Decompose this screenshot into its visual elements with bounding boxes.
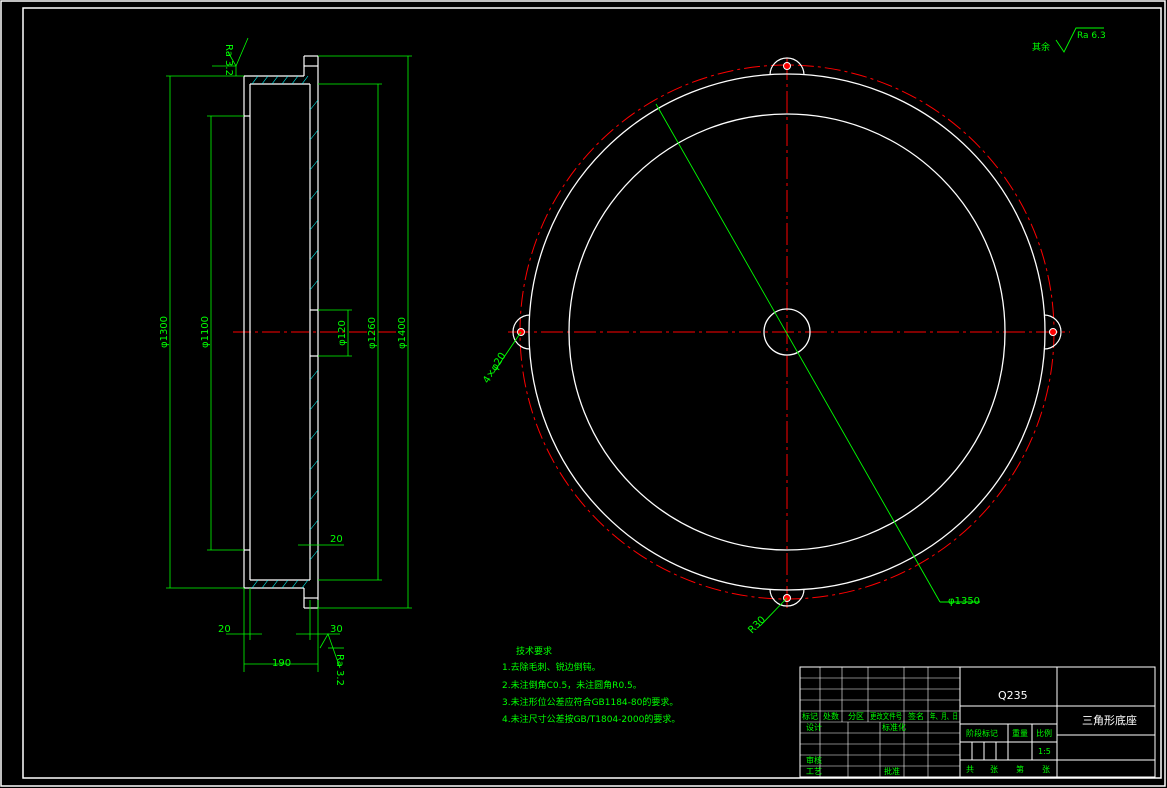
tb-label-sheet: 张 bbox=[1042, 765, 1050, 774]
tb-label-sign: 签名 bbox=[908, 711, 924, 721]
section-view: φ1300 φ1100 φ120 φ1260 φ1400 20 30 190 2… bbox=[159, 37, 412, 686]
dim-r30: R30 bbox=[746, 614, 768, 636]
tb-label-weight: 重量 bbox=[1012, 728, 1028, 738]
dim-d1350: φ1350 bbox=[948, 596, 980, 607]
notes-item: 4.未注尺寸公差按GB/T1804-2000的要求。 bbox=[502, 713, 680, 725]
dim-w20-left: 20 bbox=[218, 624, 231, 635]
cad-drawing: φ1300 φ1100 φ120 φ1260 φ1400 20 30 190 2… bbox=[0, 0, 1166, 787]
tb-label-total: 共 bbox=[966, 765, 974, 774]
tb-label-review: 审核 bbox=[806, 755, 822, 765]
dim-d120: φ120 bbox=[337, 320, 348, 346]
dim-d1400: φ1400 bbox=[397, 317, 408, 349]
general-roughness-prefix: 其余 bbox=[1032, 41, 1050, 53]
roughness-bottom-label: Ra 3.2 bbox=[334, 654, 345, 686]
dim-w20-inner: 20 bbox=[330, 534, 343, 545]
tb-label-scale: 比例 bbox=[1036, 728, 1052, 738]
dim-w30-right: 30 bbox=[330, 624, 343, 635]
tb-label-design: 设计 bbox=[806, 722, 822, 732]
dim-d1100: φ1100 bbox=[200, 316, 211, 348]
tb-scale-value: 1:5 bbox=[1038, 747, 1051, 756]
tb-label-date: 年、月、日 bbox=[930, 711, 958, 721]
tb-material: Q235 bbox=[998, 689, 1028, 702]
tb-label-sheets: 张 bbox=[990, 765, 998, 774]
tb-label-change-doc: 更改文件号 bbox=[870, 711, 902, 721]
notes-item: 2.未注倒角C0.5，未注圆角R0.5。 bbox=[502, 679, 642, 691]
technical-notes: 技术要求 1.去除毛刺、锐边倒钝。 2.未注倒角C0.5，未注圆角R0.5。 3… bbox=[502, 645, 680, 725]
notes-title: 技术要求 bbox=[516, 645, 552, 657]
tb-label-count: 处数 bbox=[823, 711, 839, 721]
tb-label-approve: 批准 bbox=[884, 766, 900, 776]
tb-part-name: 三角形底座 bbox=[1082, 713, 1137, 727]
notes-item: 3.未注形位公差应符合GB1184-80的要求。 bbox=[502, 696, 678, 708]
notes-item: 1.去除毛刺、锐边倒钝。 bbox=[502, 661, 601, 673]
tb-label-standardize: 标准化 bbox=[882, 722, 906, 732]
tb-label-process: 工艺 bbox=[806, 767, 822, 776]
tb-label-stage-mark: 阶段标记 bbox=[966, 728, 998, 738]
plan-view: φ1350 4×φ20 R30 其余 Ra 6.3 bbox=[481, 27, 1106, 636]
section-dimension-lines bbox=[166, 37, 412, 672]
general-roughness-value: Ra 6.3 bbox=[1077, 31, 1106, 41]
roughness-top-label: Ra 3.2 bbox=[223, 44, 234, 76]
tb-label-page: 第 bbox=[1016, 764, 1024, 774]
title-block: 标记 处数 分区 更改文件号 签名 年、月、日 设计 标准化 审核 工艺 批准 … bbox=[799, 666, 1156, 778]
dim-w190: 190 bbox=[272, 658, 291, 669]
tb-label-zone: 分区 bbox=[848, 712, 864, 721]
dim-holes: 4×φ20 bbox=[481, 351, 508, 386]
plan-leaders bbox=[493, 103, 980, 627]
dim-d1300: φ1300 bbox=[159, 316, 170, 348]
dim-d1260: φ1260 bbox=[367, 317, 378, 349]
tb-label-mark: 标记 bbox=[802, 711, 818, 721]
